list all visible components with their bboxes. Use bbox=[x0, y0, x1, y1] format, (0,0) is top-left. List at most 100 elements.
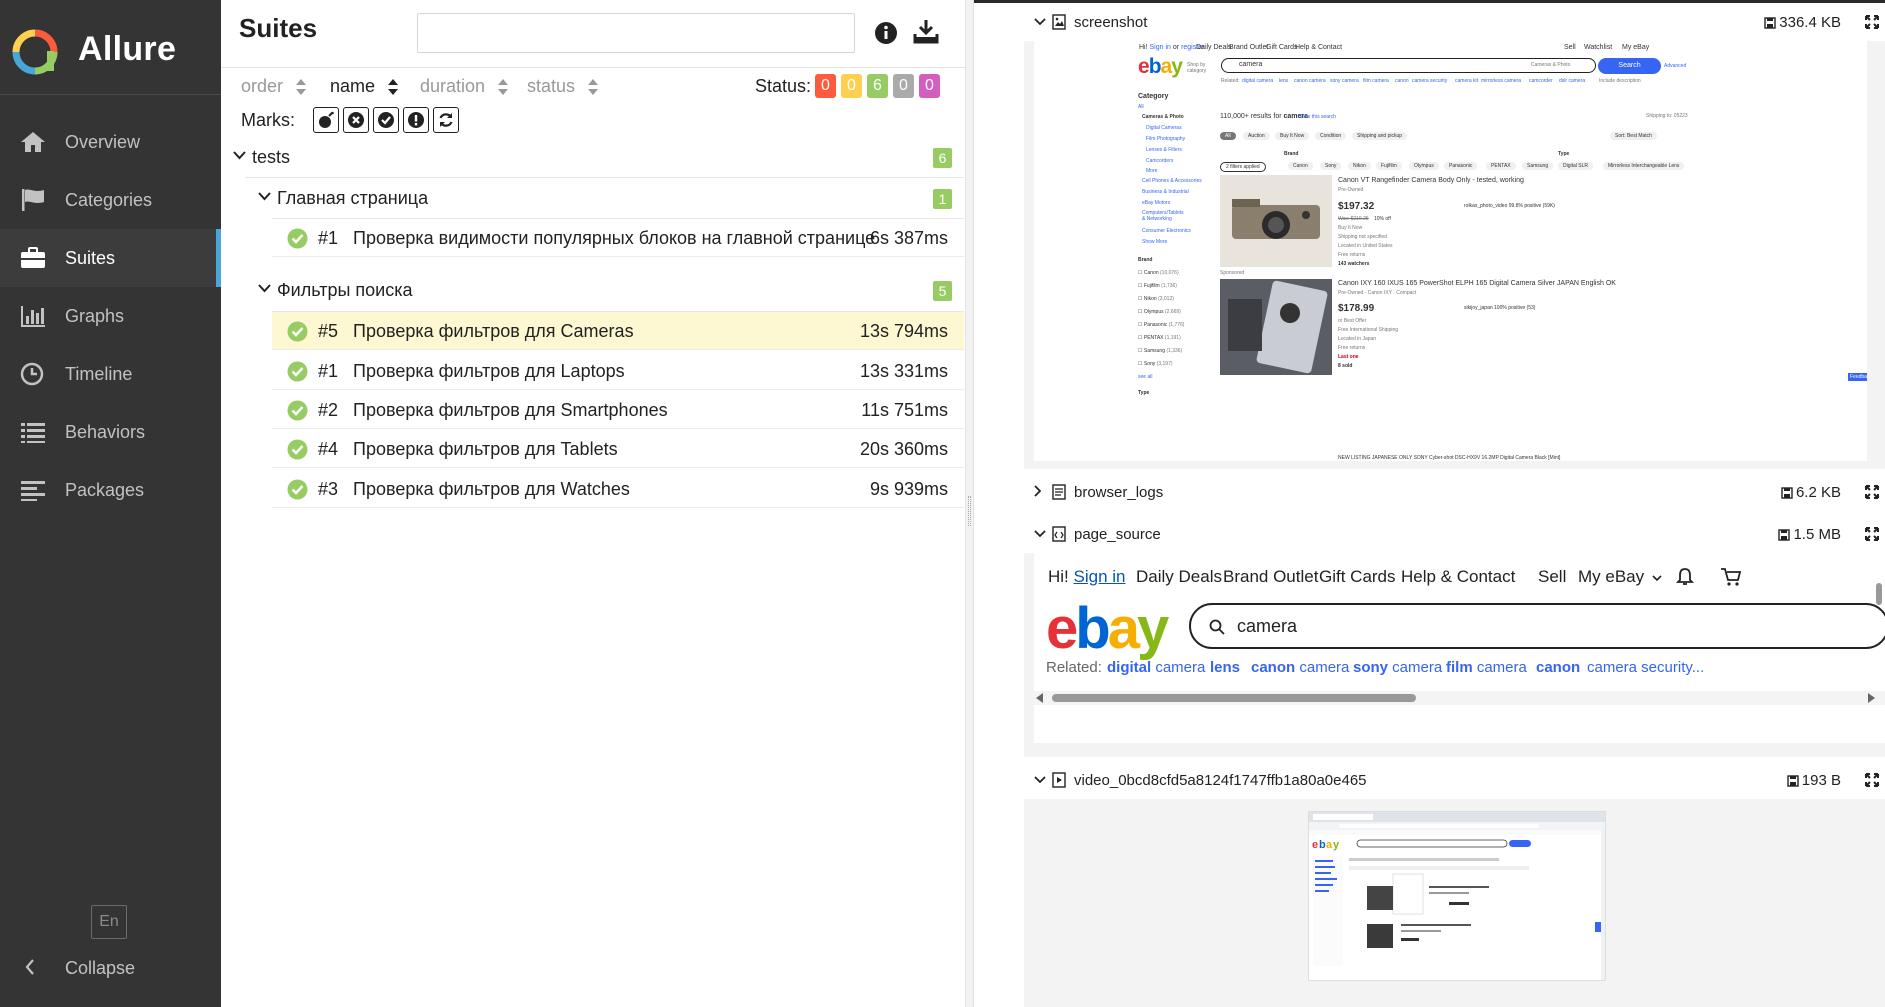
src-related-link[interactable]: lens bbox=[1210, 659, 1240, 676]
vertical-scrollbar[interactable] bbox=[1875, 569, 1883, 689]
src-related-link[interactable]: digital camera bbox=[1107, 659, 1205, 676]
src-nav-link[interactable]: Daily Deals bbox=[1136, 567, 1222, 587]
attachment-header-page-source[interactable]: page_source 1.5 MB bbox=[1034, 523, 1885, 549]
scroll-left-icon[interactable] bbox=[1036, 693, 1044, 703]
mini-link: camera kit bbox=[1455, 78, 1479, 84]
sort-name[interactable]: name bbox=[330, 76, 399, 97]
test-name: Проверка фильтров для Laptops bbox=[353, 361, 625, 381]
scrollbar-thumb[interactable] bbox=[1876, 583, 1882, 605]
src-related-rest: camera bbox=[1295, 659, 1350, 676]
nav-packages[interactable]: Packages bbox=[0, 461, 221, 519]
test-row[interactable]: #5 Проверка фильтров для Cameras 13s 794… bbox=[272, 312, 964, 350]
mark-new-failed-toggle[interactable] bbox=[343, 107, 369, 133]
mini-text: 110,000+ results for camera bbox=[1220, 113, 1308, 120]
brand[interactable]: Allure bbox=[0, 0, 221, 95]
mini-link: Camcorders bbox=[1146, 158, 1174, 164]
info-icon[interactable] bbox=[874, 21, 898, 45]
ebay-logo[interactable]: ebay bbox=[1046, 599, 1169, 659]
status-passed-toggle[interactable]: 6 bbox=[867, 74, 888, 98]
test-duration: 6s 387ms bbox=[869, 228, 948, 248]
expand-icon[interactable] bbox=[1865, 485, 1879, 499]
svg-text:e: e bbox=[1312, 839, 1318, 851]
sign-in-link[interactable]: Sign in bbox=[1074, 567, 1126, 586]
src-nav-link[interactable]: Gift Cards bbox=[1319, 567, 1396, 587]
nav-overview[interactable]: Overview bbox=[0, 113, 221, 171]
allure-logo-icon bbox=[12, 29, 58, 75]
nav-timeline[interactable]: Timeline bbox=[0, 345, 221, 403]
test-row[interactable]: #1 Проверка фильтров для Laptops 13s 331… bbox=[272, 352, 964, 390]
video-preview[interactable]: e b a y bbox=[1024, 799, 1885, 1007]
search-input[interactable] bbox=[417, 13, 855, 53]
nav-suites[interactable]: Suites bbox=[0, 229, 221, 287]
scroll-right-icon[interactable] bbox=[1867, 693, 1875, 703]
status-unknown-toggle[interactable]: 0 bbox=[919, 74, 940, 98]
attachment-header-screenshot[interactable]: screenshot 336.4 KB bbox=[1034, 11, 1885, 37]
src-related-link[interactable]: camera security... bbox=[1587, 659, 1704, 676]
mini-link: see all bbox=[1138, 374, 1153, 380]
sort-order[interactable]: order bbox=[241, 76, 307, 97]
horizontal-scrollbar[interactable] bbox=[1034, 691, 1885, 705]
status-failed-toggle[interactable]: 0 bbox=[815, 74, 836, 98]
mini-text: (1,336) bbox=[1166, 348, 1183, 354]
expand-icon[interactable] bbox=[1865, 773, 1879, 787]
expand-icon[interactable] bbox=[1865, 527, 1879, 541]
test-row[interactable]: #3 Проверка фильтров для Watches 9s 939m… bbox=[272, 470, 964, 508]
src-search-box[interactable]: camera bbox=[1189, 603, 1885, 649]
tree-node-tests[interactable]: tests 6 bbox=[233, 140, 964, 174]
attachment-header-video[interactable]: video_0bcd8cfd5a8124f1747ffb1a80a0e465 1… bbox=[1034, 769, 1885, 795]
expand-icon[interactable] bbox=[1865, 15, 1879, 29]
src-nav-link[interactable]: Brand Outlet bbox=[1223, 567, 1318, 587]
src-related-link[interactable]: sony camera bbox=[1353, 659, 1442, 676]
attachment-size: 336.4 KB bbox=[1764, 14, 1841, 31]
mini-link: lens bbox=[1279, 78, 1289, 84]
download-icon[interactable] bbox=[913, 18, 939, 44]
screenshot-preview[interactable]: Hi! Sign in or register Daily Deals Bran… bbox=[1024, 41, 1885, 469]
mini-text: NEW LISTING JAPANESE ONLY SONY Cyber-sho… bbox=[1338, 455, 1561, 461]
src-related-link[interactable]: canon camera bbox=[1251, 659, 1349, 676]
test-row[interactable]: #2 Проверка фильтров для Smartphones 11s… bbox=[272, 391, 964, 429]
mini-text: Gift Cards bbox=[1266, 44, 1298, 51]
test-row[interactable]: #1 Проверка видимости популярных блоков … bbox=[272, 219, 964, 257]
src-nav-link[interactable]: Sell bbox=[1538, 567, 1566, 587]
src-nav-link[interactable]: Help & Contact bbox=[1401, 567, 1515, 587]
tree-node-group[interactable]: Главная страница 1 bbox=[258, 181, 964, 215]
nav-overview-label: Overview bbox=[65, 132, 141, 152]
tree-node-group[interactable]: Фильтры поиска 5 bbox=[258, 273, 964, 307]
bell-icon[interactable] bbox=[1676, 567, 1694, 587]
count-badge: 5 bbox=[933, 281, 952, 301]
nav-behaviors-label: Behaviors bbox=[65, 422, 146, 442]
language-button[interactable]: En bbox=[91, 905, 127, 939]
attachment-header-browser-logs[interactable]: browser_logs 6.2 KB bbox=[1034, 481, 1885, 507]
mini-text: Brand Outlet bbox=[1229, 44, 1269, 51]
collapse-button[interactable]: Collapse bbox=[0, 948, 221, 988]
pane-resize-handle[interactable] bbox=[965, 0, 974, 1007]
src-related-link[interactable]: film camera bbox=[1446, 659, 1527, 676]
mini-text: Hi! bbox=[1139, 44, 1148, 51]
cart-icon[interactable] bbox=[1720, 567, 1742, 587]
video-frame-image: e b a y bbox=[1309, 812, 1605, 980]
status-skipped-toggle[interactable]: 0 bbox=[893, 74, 914, 98]
video-player[interactable]: e b a y bbox=[1308, 811, 1606, 981]
test-name: Проверка фильтров для Tablets bbox=[353, 439, 618, 459]
nav-categories[interactable]: Categories bbox=[0, 171, 221, 229]
src-related-link[interactable]: canon bbox=[1536, 659, 1580, 676]
nav-packages-label: Packages bbox=[65, 480, 145, 500]
nav-behaviors[interactable]: Behaviors bbox=[0, 403, 221, 461]
src-nav-link[interactable]: My eBay bbox=[1578, 567, 1662, 587]
sort-duration[interactable]: duration bbox=[420, 76, 509, 97]
test-row[interactable]: #4 Проверка фильтров для Tablets 20s 360… bbox=[272, 430, 964, 468]
nav-graphs[interactable]: Graphs bbox=[0, 287, 221, 345]
test-number: #1 bbox=[318, 228, 339, 248]
mark-flaky-toggle[interactable] bbox=[313, 107, 339, 133]
page-source-preview[interactable]: Hi! Sign in Daily Deals Brand Outlet Gif… bbox=[1024, 553, 1885, 757]
attachment-size: 193 B bbox=[1787, 772, 1841, 789]
scrollbar-thumb[interactable] bbox=[1052, 694, 1416, 702]
mark-new-passed-toggle[interactable] bbox=[373, 107, 399, 133]
mark-retries-toggle[interactable] bbox=[433, 107, 459, 133]
attachments-pane: screenshot 336.4 KB Hi! Sign in or regis… bbox=[974, 0, 1885, 1007]
mark-new-broken-toggle[interactable] bbox=[403, 107, 429, 133]
status-broken-toggle[interactable]: 0 bbox=[841, 74, 862, 98]
mini-text: Was: $219.25 bbox=[1338, 216, 1369, 222]
sort-status[interactable]: status bbox=[527, 76, 599, 97]
mini-link: canon camera bbox=[1294, 78, 1326, 84]
